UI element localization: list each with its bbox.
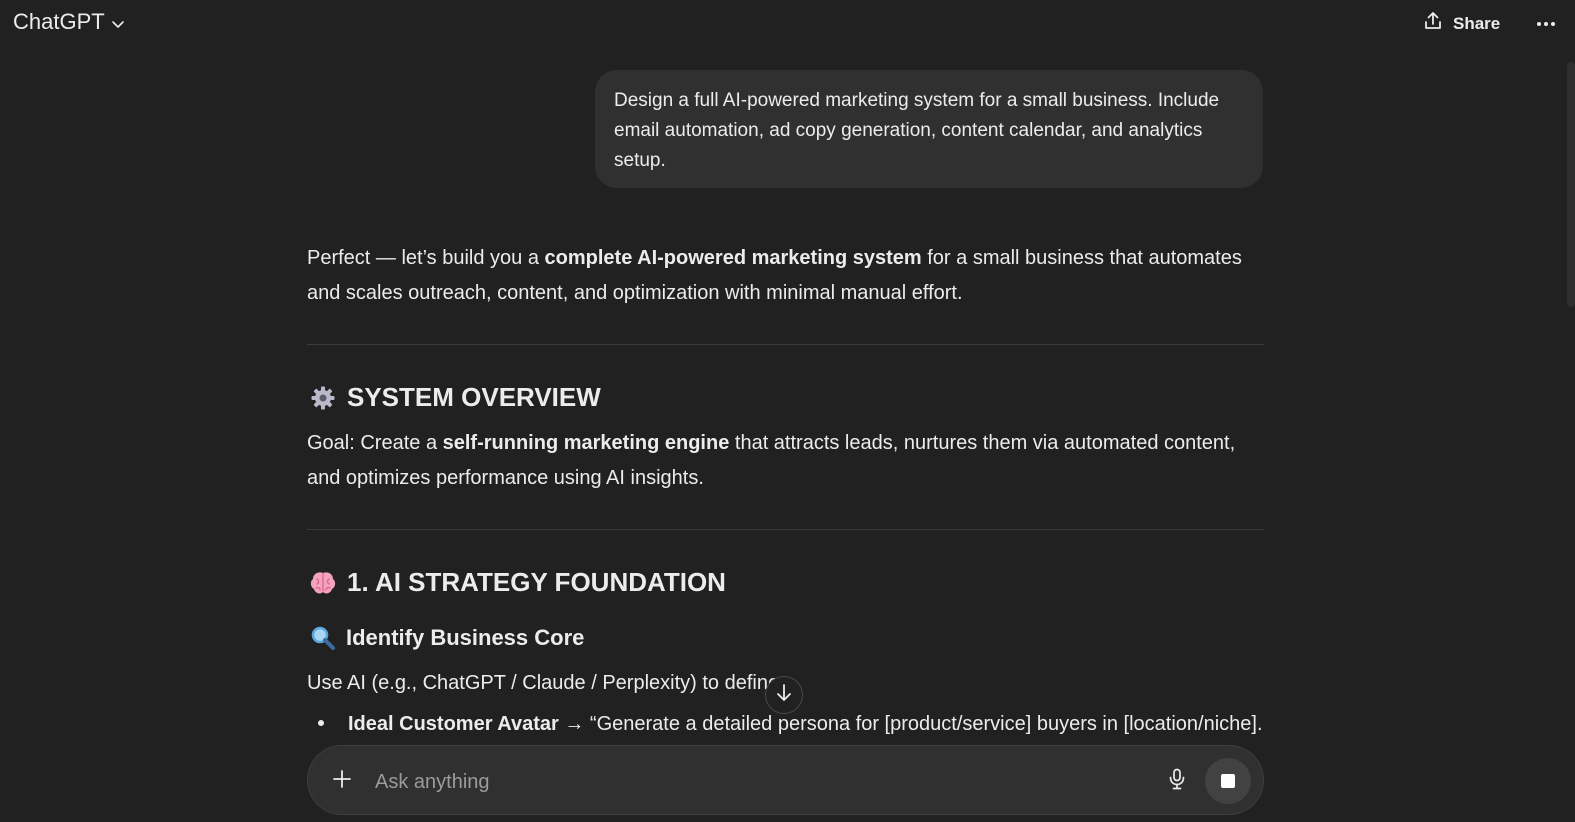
overview-goal-paragraph: Goal: Create a self-running marketing en… (307, 432, 1236, 489)
magnifier-icon (309, 624, 337, 652)
subheading-text: Identify Business Core (346, 625, 585, 650)
overview-heading-text: SYSTEM OVERVIEW (347, 382, 601, 412)
share-label: Share (1453, 13, 1501, 33)
user-message: Design a full AI-powered marketing syste… (595, 70, 1263, 188)
share-button[interactable]: Share (1422, 10, 1500, 37)
stop-generating-button[interactable] (1205, 758, 1251, 804)
subheading-business-core: Identify Business Core (309, 624, 584, 652)
microphone-icon (1168, 768, 1186, 795)
share-icon (1422, 10, 1444, 37)
bullet (318, 719, 324, 726)
chevron-down-icon (111, 17, 125, 31)
section-heading-strategy: 1. AI STRATEGY FOUNDATION (309, 567, 726, 598)
list-item-text: → “Generate a detailed persona for [prod… (558, 713, 1263, 735)
more-options-button[interactable] (1532, 10, 1560, 36)
divider (307, 529, 1264, 530)
stop-icon (1221, 774, 1235, 788)
gear-icon (309, 384, 337, 412)
scrollbar[interactable] (1567, 62, 1575, 307)
composer (307, 745, 1264, 815)
voice-input-button[interactable] (1163, 767, 1191, 795)
top-bar: ChatGPT Share (0, 0, 1575, 46)
brain-icon (309, 569, 337, 597)
strategy-heading-text: 1. AI STRATEGY FOUNDATION (347, 567, 726, 597)
scroll-to-bottom-button[interactable] (765, 676, 803, 714)
arrow-down-icon (775, 683, 793, 708)
more-icon (1536, 14, 1556, 32)
section-heading-overview: SYSTEM OVERVIEW (309, 382, 601, 413)
assistant-intro-paragraph: Perfect — let’s build you a complete AI-… (307, 247, 1242, 304)
plus-icon (332, 769, 352, 794)
attach-button[interactable] (328, 767, 356, 795)
model-switcher[interactable]: ChatGPT (13, 9, 125, 35)
model-name: ChatGPT (13, 9, 105, 34)
divider (307, 344, 1264, 345)
prompt-input[interactable] (373, 766, 1137, 798)
list-item-bold: Ideal Customer Avatar (348, 713, 559, 735)
